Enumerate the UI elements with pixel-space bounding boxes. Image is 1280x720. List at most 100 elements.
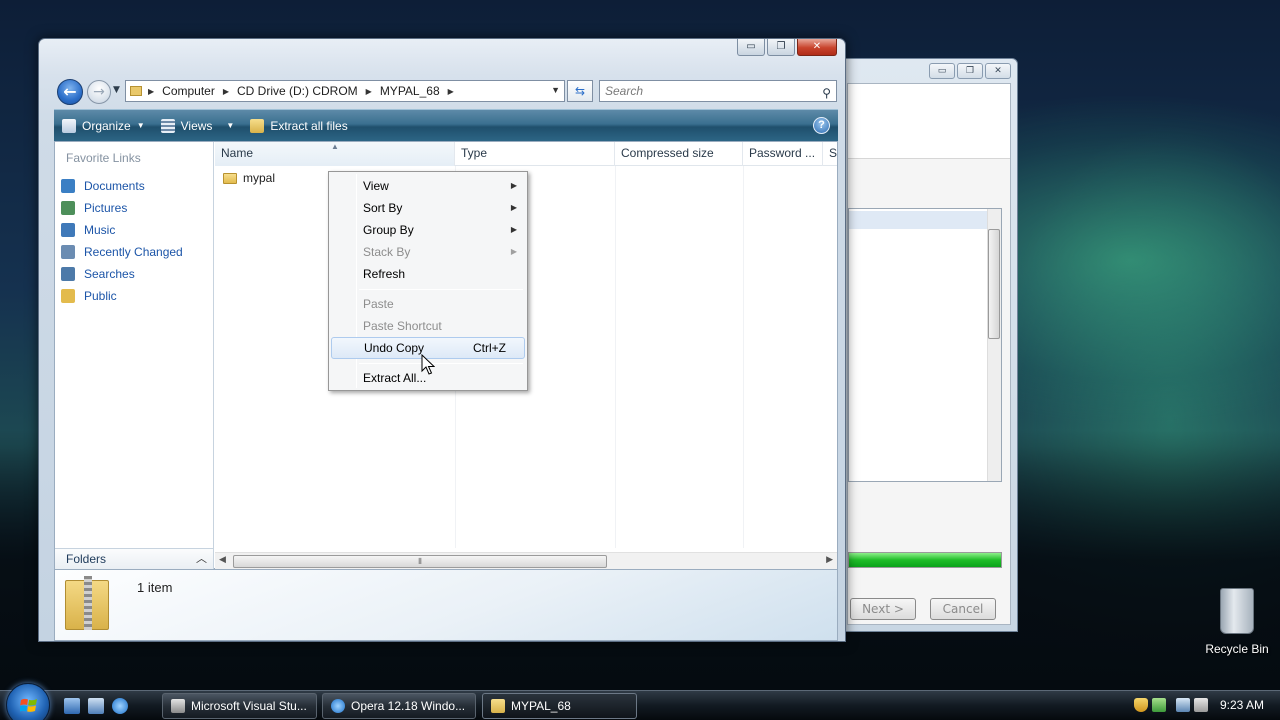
sidebar-item-recently-changed[interactable]: Recently Changed	[61, 241, 183, 263]
breadcrumb-separator[interactable]: ▶	[448, 87, 454, 96]
start-button[interactable]	[6, 683, 50, 720]
close-button[interactable]: ✕	[797, 39, 837, 56]
taskbar-button-opera[interactable]: Opera 12.18 Windo...	[322, 693, 476, 719]
menu-item-label: Paste	[363, 297, 394, 311]
chevron-up-icon[interactable]: ︿	[196, 549, 207, 570]
window-caption-buttons: ▭ ❐ ✕	[737, 39, 837, 56]
horizontal-scrollbar[interactable]: ◀ ⦀ ▶	[215, 552, 837, 570]
column-header-compressed-size[interactable]: Compressed size	[615, 142, 743, 166]
favorite-links-heading: Favorite Links	[66, 151, 141, 165]
switch-windows-icon[interactable]	[88, 698, 104, 714]
search-icon[interactable]: ⚲	[822, 83, 831, 103]
sidebar-item-label: Documents	[84, 179, 145, 193]
views-label: Views	[180, 118, 213, 133]
scroll-left-icon[interactable]: ◀	[219, 555, 226, 565]
wizard-caption-buttons: ▭ ❐ ✕	[929, 63, 1011, 79]
update-icon[interactable]	[1152, 698, 1166, 712]
maximize-button[interactable]: ❐	[767, 39, 795, 56]
submenu-arrow-icon: ▶	[510, 181, 517, 190]
organize-label: Organize	[82, 118, 131, 133]
sidebar-item-documents[interactable]: Documents	[61, 175, 183, 197]
menu-separator	[359, 363, 523, 364]
taskbar: Microsoft Visual Stu... Opera 12.18 Wind…	[0, 683, 1280, 720]
chevron-down-icon: ▼	[226, 121, 235, 130]
menu-item-refresh[interactable]: Refresh	[331, 263, 525, 285]
folders-label: Folders	[66, 552, 107, 566]
help-icon[interactable]: ?	[813, 117, 830, 134]
zip-folder-icon	[250, 118, 265, 133]
wizard-scroll-thumb[interactable]	[988, 229, 1000, 339]
search-placeholder: Search	[605, 84, 644, 98]
wizard-file-list[interactable]	[848, 208, 1002, 482]
forward-button[interactable]: →	[87, 80, 111, 104]
menu-item-paste: Paste	[331, 293, 525, 315]
column-header-row: ▲ Name Type Compressed size Password ... …	[215, 142, 837, 166]
menu-item-group-by[interactable]: Group By ▶	[331, 219, 525, 241]
list-item[interactable]: mypal	[223, 169, 275, 187]
sidebar-item-pictures[interactable]: Pictures	[61, 197, 183, 219]
menu-item-label: Stack By	[363, 245, 411, 259]
column-header-password[interactable]: Password ...	[743, 142, 823, 166]
wizard-list-scrollbar[interactable]	[987, 209, 1001, 481]
folders-toggle[interactable]: Folders ︿	[55, 548, 213, 570]
scroll-thumb[interactable]: ⦀	[233, 555, 607, 568]
menu-item-label: Paste Shortcut	[363, 319, 442, 333]
sidebar-item-music[interactable]: Music	[61, 219, 183, 241]
back-button[interactable]: ←	[57, 79, 83, 105]
column-header-size[interactable]: Si	[823, 142, 837, 166]
item-count: 1 item	[137, 580, 173, 595]
breadcrumb-cd-drive[interactable]: CD Drive (D:) CDROM	[237, 84, 358, 98]
wizard-progress-fill	[849, 553, 1001, 567]
wizard-minimize-button[interactable]: ▭	[929, 63, 955, 79]
taskbar-button-visual-studio[interactable]: Microsoft Visual Stu...	[162, 693, 317, 719]
volume-muted-icon[interactable]	[1194, 698, 1208, 712]
folder-icon	[130, 86, 142, 96]
menu-item-label: View	[363, 179, 389, 193]
security-shield-icon[interactable]	[1134, 698, 1148, 712]
wizard-maximize-button[interactable]: ❐	[957, 63, 983, 79]
show-desktop-icon[interactable]	[64, 698, 80, 714]
favorite-links-list: Documents Pictures Music Recently Changed Se…	[61, 175, 183, 307]
column-header-type[interactable]: Type	[455, 142, 615, 166]
address-dropdown-icon[interactable]: ▼	[551, 85, 560, 95]
sort-ascending-icon: ▲	[331, 142, 339, 151]
wizard-cancel-button[interactable]: Cancel	[930, 598, 996, 620]
wizard-header-panel	[848, 84, 1010, 159]
minimize-button[interactable]: ▭	[737, 39, 765, 56]
taskbar-button-mypal68[interactable]: MYPAL_68	[482, 693, 637, 719]
menu-item-shortcut: Ctrl+Z	[473, 341, 506, 355]
recycle-bin-shortcut[interactable]: Recycle Bin	[1204, 588, 1270, 656]
recent-pages-dropdown[interactable]: ▼	[113, 85, 120, 95]
refresh-icon: ⇆	[574, 84, 586, 98]
breadcrumb-mypal[interactable]: MYPAL_68	[380, 84, 440, 98]
task-label: MYPAL_68	[511, 699, 571, 713]
wizard-close-button[interactable]: ✕	[985, 63, 1011, 79]
sidebar-item-searches[interactable]: Searches	[61, 263, 183, 285]
menu-item-sort-by[interactable]: Sort By ▶	[331, 197, 525, 219]
breadcrumb-separator[interactable]: ▶	[223, 87, 229, 96]
wizard-list-selection	[849, 211, 987, 229]
recycle-bin-icon	[1220, 588, 1254, 634]
internet-explorer-icon[interactable]	[112, 698, 128, 714]
scroll-right-icon[interactable]: ▶	[826, 555, 833, 565]
organize-button[interactable]: Organize ▼	[62, 118, 145, 133]
wizard-next-button[interactable]: Next >	[850, 598, 916, 620]
breadcrumb-separator[interactable]: ▶	[366, 87, 372, 96]
menu-item-view[interactable]: View ▶	[331, 175, 525, 197]
search-input[interactable]: Search ⚲	[599, 80, 837, 102]
refresh-button[interactable]: ⇆	[567, 80, 593, 102]
submenu-arrow-icon: ▶	[510, 203, 517, 212]
breadcrumb-computer[interactable]: Computer	[162, 84, 215, 98]
breadcrumb-separator[interactable]: ▶	[148, 87, 154, 96]
system-clock[interactable]: 9:23 AM	[1220, 698, 1264, 712]
views-button[interactable]: Views ▼	[160, 118, 235, 133]
task-label: Opera 12.18 Windo...	[351, 699, 466, 713]
sidebar-item-public[interactable]: Public	[61, 285, 183, 307]
address-bar[interactable]: ▶ Computer ▶ CD Drive (D:) CDROM ▶ MYPAL…	[125, 80, 565, 102]
visual-studio-icon	[171, 699, 185, 713]
network-icon[interactable]	[1176, 698, 1190, 712]
column-header-name[interactable]: ▲ Name	[215, 142, 455, 166]
extract-all-files-button[interactable]: Extract all files	[250, 118, 348, 133]
wizard-client-area: Next > Cancel	[847, 83, 1011, 625]
sidebar-item-label: Recently Changed	[84, 245, 183, 259]
